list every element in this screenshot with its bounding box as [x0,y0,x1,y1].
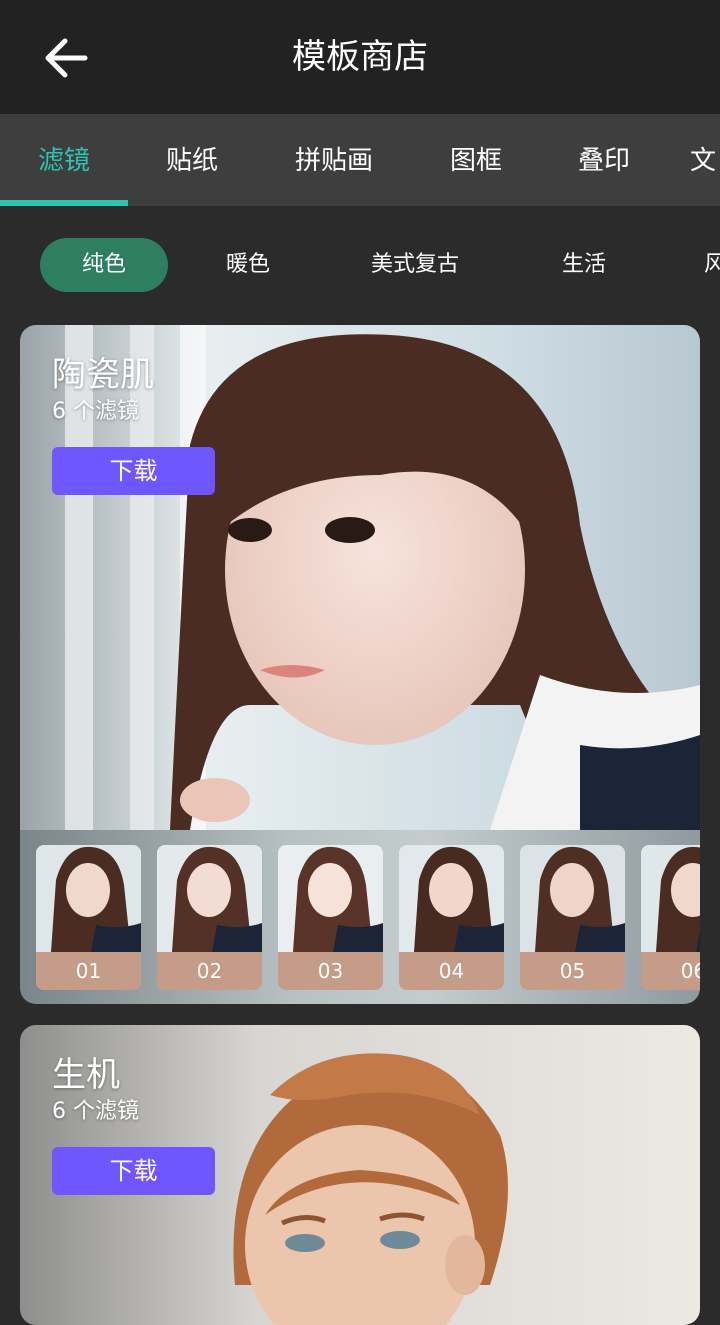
page-title: 模板商店 [292,37,428,77]
filter-thumbnail-strip: 01 02 03 04 05 06 [20,830,700,1004]
filter-thumbnail[interactable]: 02 [157,845,262,990]
chip-style[interactable]: 风 [704,238,720,292]
thumbnail-photo [520,845,625,952]
download-button[interactable]: 下载 [52,1147,215,1195]
filter-thumbnail[interactable]: 05 [520,845,625,990]
thumbnail-photo [157,845,262,952]
chip-life[interactable]: 生活 [540,238,628,292]
thumbnail-number: 01 [36,952,141,990]
thumbnail-number: 02 [157,952,262,990]
tab-collage[interactable]: 拼贴画 [270,114,398,206]
filter-thumbnail[interactable]: 03 [278,845,383,990]
tab-frames[interactable]: 图框 [412,114,540,206]
top-bar: 模板商店 [0,0,720,114]
thumbnail-photo [641,845,700,952]
filter-category-chips: 纯色 暖色 美式复古 生活 风 [0,206,720,324]
pack-filter-count: 6 个滤镜 [52,399,139,424]
filter-thumbnail[interactable]: 06 [641,845,700,990]
filter-pack-card[interactable]: 生机 6 个滤镜 下载 [20,1025,700,1325]
filter-thumbnail[interactable]: 01 [36,845,141,990]
filter-pack-card[interactable]: 陶瓷肌 6 个滤镜 下载 01 02 03 04 05 06 [20,325,700,1004]
category-tabs: 滤镜 贴纸 拼贴画 图框 叠印 文 [0,114,720,206]
tab-text[interactable]: 文 [690,114,720,206]
thumbnail-photo [36,845,141,952]
thumbnail-number: 03 [278,952,383,990]
thumbnail-number: 06 [641,952,700,990]
tab-filters[interactable]: 滤镜 [0,114,128,206]
chip-warm[interactable]: 暖色 [200,238,296,292]
pack-filter-count: 6 个滤镜 [52,1099,139,1124]
filter-thumbnail[interactable]: 04 [399,845,504,990]
tab-stickers[interactable]: 贴纸 [128,114,256,206]
download-button[interactable]: 下载 [52,447,215,495]
thumbnail-number: 05 [520,952,625,990]
thumbnail-photo [399,845,504,952]
pack-title: 陶瓷肌 [52,355,154,395]
pack-title: 生机 [52,1055,120,1095]
thumbnail-number: 04 [399,952,504,990]
tab-overlay[interactable]: 叠印 [540,114,668,206]
thumbnail-photo [278,845,383,952]
chip-solid[interactable]: 纯色 [40,238,168,292]
chip-american-retro[interactable]: 美式复古 [350,238,480,292]
